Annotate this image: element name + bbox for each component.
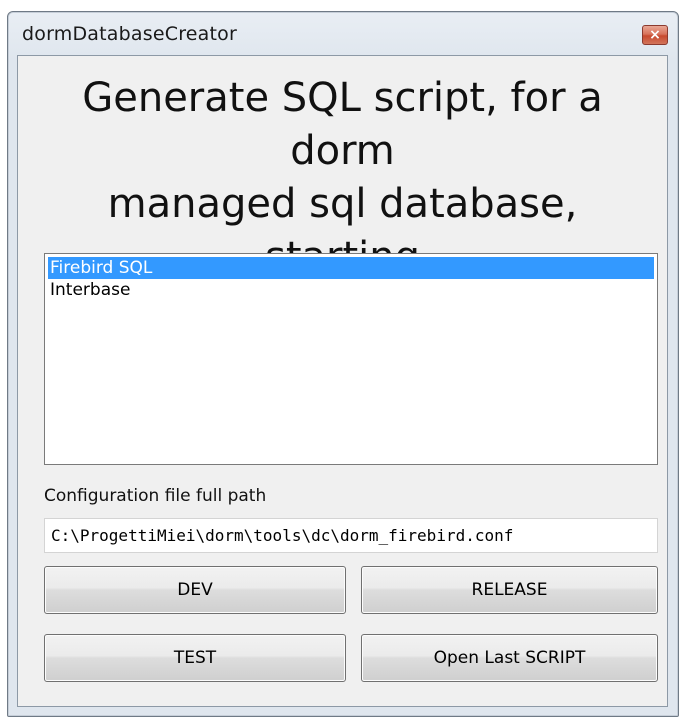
config-path-label: Configuration file full path <box>44 486 267 506</box>
release-button[interactable]: RELEASE <box>361 566 658 614</box>
close-icon: × <box>649 27 661 43</box>
dev-button[interactable]: DEV <box>44 566 346 614</box>
window-title: dormDatabaseCreator <box>22 23 238 45</box>
list-item-interbase[interactable]: Interbase <box>48 279 654 301</box>
app-window: dormDatabaseCreator × Generate SQL scrip… <box>7 11 679 717</box>
title-bar[interactable]: dormDatabaseCreator × <box>8 12 678 56</box>
database-type-list[interactable]: Firebird SQL Interbase <box>44 253 658 465</box>
close-button[interactable]: × <box>642 25 668 45</box>
open-last-script-button[interactable]: Open Last SCRIPT <box>361 634 658 682</box>
config-path-input[interactable] <box>44 518 658 553</box>
list-item-firebird-sql[interactable]: Firebird SQL <box>48 257 654 279</box>
client-area: Generate SQL script, for a dorm managed … <box>17 55 668 707</box>
test-button[interactable]: TEST <box>44 634 346 682</box>
